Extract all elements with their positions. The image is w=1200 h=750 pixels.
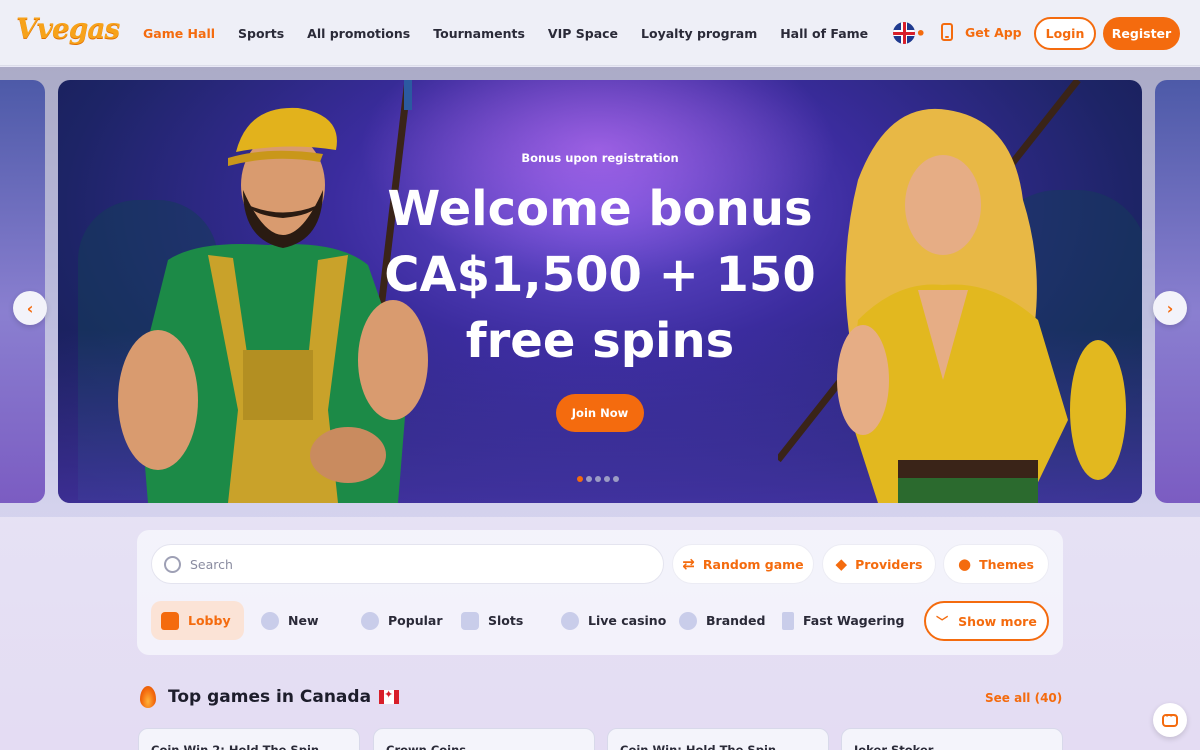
new-icon — [261, 611, 279, 630]
game-card[interactable]: Coin Win 2: Hold The Spin — [138, 728, 360, 750]
carousel-dot[interactable] — [613, 476, 619, 482]
chat-icon — [1162, 709, 1178, 727]
providers-button[interactable]: ◆ Providers — [822, 544, 936, 584]
search-box[interactable] — [151, 544, 664, 584]
uk-flag-icon[interactable] — [893, 22, 915, 44]
shapes-icon: ● — [958, 555, 972, 573]
category-label: Slots — [488, 613, 524, 628]
lightning-icon — [782, 611, 794, 630]
random-game-button[interactable]: ⇄ Random game — [672, 544, 814, 584]
carousel-dot[interactable] — [577, 476, 583, 482]
fire-icon — [140, 686, 156, 708]
slots-icon — [461, 611, 479, 630]
game-card[interactable]: Joker Stoker — [841, 728, 1063, 750]
nav-item-all-promotions[interactable]: All promotions — [307, 26, 410, 41]
top-games-title: Top games in Canada — [168, 687, 372, 707]
carousel-dots — [577, 476, 622, 482]
nav-item-tournaments[interactable]: Tournaments — [433, 26, 525, 41]
promo-banner[interactable]: Bonus upon registration Welcome bonus CA… — [58, 80, 1142, 503]
themes-button[interactable]: ● Themes — [943, 544, 1049, 584]
register-button[interactable]: Register — [1103, 17, 1180, 50]
see-all-link[interactable]: See all (40) — [985, 691, 1062, 705]
live-casino-icon — [561, 611, 579, 630]
category-label: Popular — [388, 613, 443, 628]
phone-icon — [941, 23, 953, 41]
game-card[interactable]: Crown Coins — [373, 728, 595, 750]
get-app-label: Get App — [965, 24, 1022, 40]
game-card[interactable]: Coin Win: Hold The Spin — [607, 728, 829, 750]
category-label: New — [288, 613, 319, 628]
chevron-left-icon[interactable]: ‹ — [13, 291, 47, 325]
category-label: Lobby — [188, 613, 231, 628]
nav-item-sports[interactable]: Sports — [238, 26, 284, 41]
category-label: Fast Wagering — [803, 613, 905, 628]
category-branded[interactable]: Branded — [679, 601, 765, 640]
show-more-button[interactable]: ﹀ Show more — [924, 601, 1049, 641]
login-button[interactable]: Login — [1034, 17, 1096, 50]
main-nav: Game Hall Sports All promotions Tourname… — [143, 0, 927, 66]
home-icon — [161, 611, 179, 630]
random-game-label: Random game — [702, 556, 804, 572]
banner-title-line2: CA$1,500 + 150 — [384, 247, 816, 303]
category-slots[interactable]: Slots — [461, 601, 523, 640]
chevron-down-icon: ﹀ — [936, 614, 949, 629]
nav-item-hall-of-fame[interactable]: Hall of Fame — [780, 26, 868, 41]
top-header: Vvegas Game Hall Sports All promotions T… — [0, 0, 1200, 66]
category-label: Live casino — [588, 613, 667, 628]
themes-label: Themes — [979, 556, 1034, 572]
nav-item-loyalty-program[interactable]: Loyalty program — [641, 26, 757, 41]
game-filter-panel: ⇄ Random game ◆ Providers ● Themes Lobby… — [137, 530, 1063, 655]
canada-flag-icon — [379, 688, 400, 704]
carousel-dot[interactable] — [586, 476, 592, 482]
category-new[interactable]: New — [261, 601, 319, 640]
banner-title: Welcome bonus CA$1,500 + 150 free spins — [58, 176, 1142, 374]
cube-icon: ◆ — [835, 555, 848, 573]
banner-title-line1: Welcome bonus — [387, 181, 813, 237]
providers-label: Providers — [855, 556, 923, 572]
chevron-right-icon[interactable]: › — [1153, 291, 1187, 325]
category-popular[interactable]: Popular — [361, 601, 442, 640]
search-icon — [164, 555, 181, 573]
category-lobby[interactable]: Lobby — [151, 601, 244, 640]
category-label: Branded — [706, 613, 766, 628]
heart-icon — [361, 611, 379, 630]
join-now-button[interactable]: Join Now — [556, 394, 644, 432]
banner-title-line3: free spins — [465, 313, 735, 369]
carousel-dot[interactable] — [604, 476, 610, 482]
next-slide-peek — [1155, 80, 1200, 503]
category-live-casino[interactable]: Live casino — [561, 601, 666, 640]
category-fast-wagering[interactable]: Fast Wagering — [782, 601, 905, 640]
show-more-label: Show more — [958, 613, 1037, 629]
top-games-heading: Top games in Canada — [140, 686, 400, 708]
search-input[interactable] — [190, 556, 650, 572]
shuffle-icon: ⇄ — [682, 555, 695, 573]
chat-button[interactable] — [1153, 703, 1187, 737]
banner-subtitle: Bonus upon registration — [521, 151, 679, 165]
nav-item-game-hall[interactable]: Game Hall — [143, 26, 215, 41]
branded-icon — [679, 611, 697, 630]
site-logo[interactable]: Vvegas — [16, 12, 120, 45]
get-app-button[interactable]: Get App — [941, 23, 1022, 41]
nav-item-vip-space[interactable]: VIP Space — [548, 26, 618, 41]
carousel-dot[interactable] — [595, 476, 601, 482]
